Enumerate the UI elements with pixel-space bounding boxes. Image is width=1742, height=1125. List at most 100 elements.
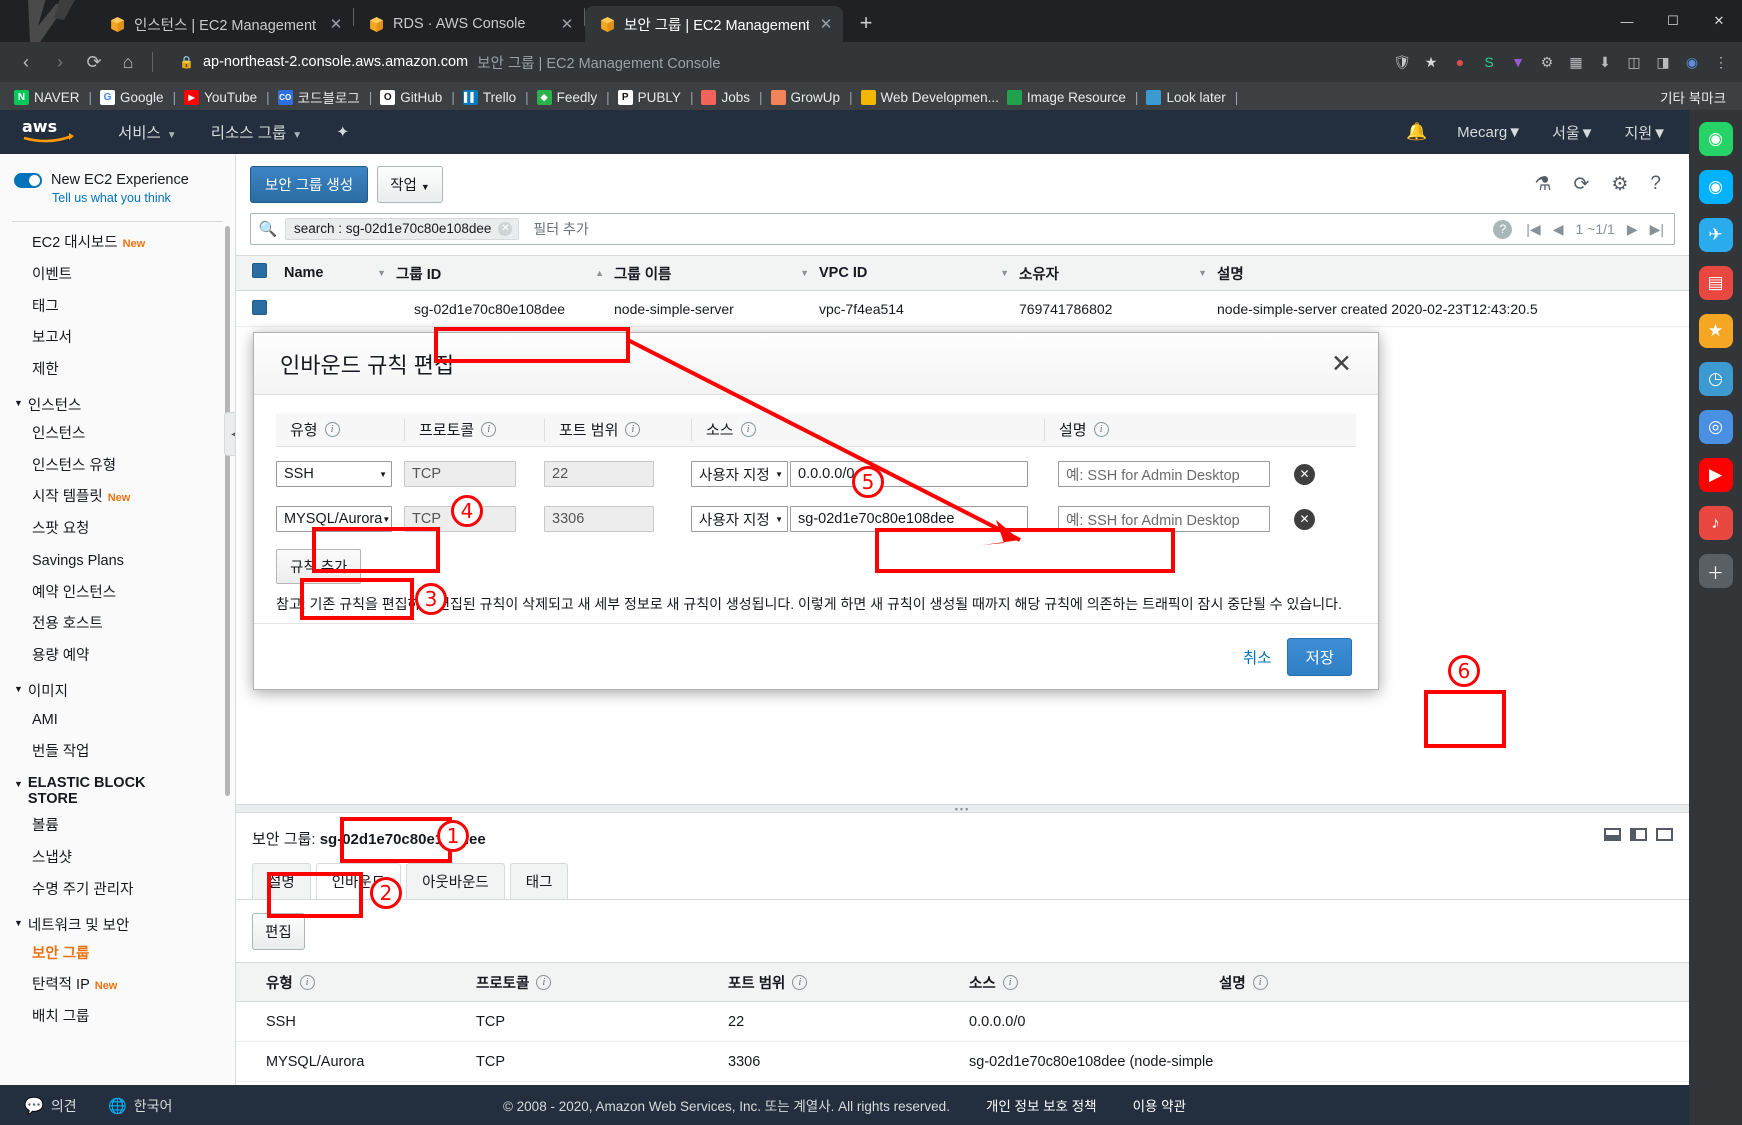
browser-tab-3-active[interactable]: 보안 그룹 | EC2 Management C ✕ — [585, 6, 843, 42]
search-bar[interactable]: 🔍 search : sg-02d1e70c80e108dee ✕ 필터 추가 ?… — [250, 213, 1675, 245]
tab-close-icon[interactable]: ✕ — [817, 15, 835, 33]
add-filter-label[interactable]: 필터 추가 — [533, 219, 588, 239]
sidebar-item-capacity-reservations[interactable]: 용량 예약 — [0, 641, 235, 673]
bookmark-star-icon[interactable]: ★ — [1420, 51, 1442, 73]
tab-outbound[interactable]: 아웃바운드 — [406, 863, 505, 899]
rule-source-kind-select-1[interactable]: 사용자 지정 ▼ — [691, 461, 788, 487]
reload-icon[interactable]: ⟳ — [78, 46, 110, 78]
privacy-policy-link[interactable]: 개인 정보 보호 정책 — [986, 1095, 1097, 1115]
region-menu[interactable]: 서울▼ — [1552, 122, 1594, 143]
panel-chrome-icon[interactable]: ◎ — [1698, 410, 1733, 444]
layout-bottom-icon[interactable] — [1604, 828, 1621, 841]
bookmark-item[interactable]: G Google | — [96, 89, 180, 105]
sidebar-item-reserved-instances[interactable]: 예약 인스턴스 — [0, 578, 235, 610]
extension-gear-icon[interactable]: ⚙ — [1536, 51, 1558, 73]
sidebar-item-ec2-dashboard[interactable]: EC2 대시보드 New — [0, 228, 235, 260]
rule-type-select-1[interactable]: SSH ▼ — [276, 461, 392, 487]
panel-history-icon[interactable]: ◷ — [1698, 362, 1733, 396]
sidebar-item-placement-groups[interactable]: 배치 그룹 — [0, 1002, 235, 1034]
settings-gear-icon[interactable]: ⚙ — [1611, 173, 1628, 196]
sidebar-item-spot-requests[interactable]: 스팟 요청 — [0, 514, 235, 546]
sidebar-item-instance-types[interactable]: 인스턴스 유형 — [0, 451, 235, 483]
layout-full-icon[interactable] — [1656, 828, 1673, 841]
maximize-button[interactable]: ☐ — [1650, 0, 1696, 42]
bookmark-folder[interactable]: Look later | — [1142, 89, 1242, 105]
info-icon[interactable]: i — [740, 422, 756, 437]
first-page-icon[interactable]: |◀ — [1526, 221, 1540, 238]
beaker-icon[interactable]: ⚗ — [1534, 173, 1551, 196]
sidebar-group-network-and-security[interactable]: ▼ 네트워크 및 보안 — [0, 907, 235, 939]
pane-splitter[interactable]: ▪▪▪ — [236, 804, 1689, 814]
panel-left-icon[interactable]: ◫ — [1623, 51, 1645, 73]
column-header-name[interactable]: Name ▼ — [284, 265, 396, 281]
download-icon[interactable]: ⬇ — [1594, 51, 1616, 73]
browser-tab-1[interactable]: 인스턴스 | EC2 Management Co ✕ — [95, 6, 353, 42]
info-icon[interactable]: i — [625, 422, 641, 437]
terms-link[interactable]: 이용 약관 — [1133, 1095, 1186, 1115]
close-window-button[interactable]: ✕ — [1696, 0, 1742, 42]
delete-rule-icon-1[interactable]: ✕ — [1294, 463, 1315, 485]
panel-whatsapp-icon[interactable]: ◉ — [1698, 122, 1733, 156]
column-header-owner[interactable]: 소유자 ▼ — [1019, 263, 1217, 284]
bookmark-item[interactable]: CO 코드블로그 | — [274, 87, 377, 107]
bookmark-item[interactable]: ◆ Feedly | — [533, 89, 614, 105]
sidebar-item-security-groups[interactable]: 보안 그룹 — [0, 939, 235, 971]
sidebar-item-launch-templates[interactable]: 시작 템플릿 New — [0, 482, 235, 514]
extension-grid-icon[interactable]: ▦ — [1565, 51, 1587, 73]
sidebar-item-limits[interactable]: 제한 — [0, 355, 235, 387]
info-icon[interactable]: i — [1093, 422, 1109, 437]
language-selector[interactable]: 🌐 한국어 — [108, 1096, 172, 1116]
sidebar-item-ami[interactable]: AMI — [0, 705, 235, 737]
new-experience-toggle[interactable] — [14, 172, 42, 188]
panel-add-icon[interactable]: ＋ — [1698, 554, 1733, 588]
bookmark-item[interactable]: P PUBLY | — [614, 89, 698, 105]
minimize-button[interactable]: — — [1604, 0, 1650, 42]
aws-logo[interactable]: aws — [22, 117, 76, 148]
sidebar-group-images[interactable]: ▼ 이미지 — [0, 673, 235, 705]
rule-description-input-1[interactable]: 예: SSH for Admin Desktop — [1058, 461, 1270, 487]
sidebar-item-lifecycle-manager[interactable]: 수명 주기 관리자 — [0, 875, 235, 907]
bookmark-item[interactable]: ▌▌ Trello | — [459, 89, 533, 105]
tab-close-icon[interactable]: ✕ — [558, 15, 576, 33]
panel-music-icon[interactable]: ♪ — [1698, 506, 1733, 540]
create-security-group-button[interactable]: 보안 그룹 생성 — [250, 166, 369, 203]
account-menu[interactable]: Mecarg▼ — [1457, 124, 1522, 141]
new-tab-button[interactable]: + — [851, 8, 881, 38]
search-filter-pill[interactable]: search : sg-02d1e70c80e108dee ✕ — [285, 218, 520, 240]
sidebar-item-savings-plans[interactable]: Savings Plans — [0, 546, 235, 578]
actions-button[interactable]: 작업 ▼ — [377, 166, 443, 203]
sidebar-item-snapshots[interactable]: 스냅샷 — [0, 843, 235, 875]
bookmark-item[interactable]: O GitHub | — [376, 89, 459, 105]
save-button[interactable]: 저장 — [1287, 637, 1352, 676]
sidebar-item-bundle-tasks[interactable]: 번들 작업 — [0, 737, 235, 769]
extension-red-icon[interactable]: ● — [1449, 51, 1471, 73]
cancel-button[interactable]: 취소 — [1243, 646, 1272, 668]
next-page-icon[interactable]: ▶ — [1627, 221, 1638, 238]
info-icon[interactable]: i — [324, 422, 340, 437]
prev-page-icon[interactable]: ◀ — [1553, 221, 1564, 238]
bookmark-folder[interactable]: Web Developmen... — [857, 89, 1003, 105]
help-circle-icon[interactable]: ? — [1493, 219, 1513, 239]
last-page-icon[interactable]: ▶| — [1650, 221, 1664, 238]
panel-right-icon[interactable]: ◨ — [1652, 51, 1674, 73]
sidebar-group-elastic-block-store[interactable]: ▼ ELASTIC BLOCK STORE — [0, 768, 235, 811]
panel-messenger-icon[interactable]: ◉ — [1698, 170, 1733, 204]
column-header-description[interactable]: 설명 — [1217, 263, 1689, 284]
other-bookmarks[interactable]: 기타 북마크 — [1654, 87, 1732, 107]
table-row[interactable]: sg-02d1e70c80e108dee node-simple-server … — [236, 291, 1689, 327]
panel-youtube-icon[interactable]: ▶ — [1698, 458, 1733, 492]
info-icon[interactable]: i — [536, 974, 552, 990]
row-checkbox-cell[interactable] — [236, 299, 284, 318]
edit-button[interactable]: 편집 — [252, 913, 305, 950]
extension-purple-icon[interactable]: ▼ — [1507, 51, 1529, 73]
panel-notes-icon[interactable]: ▤ — [1698, 266, 1733, 300]
browser-tab-2[interactable]: RDS · AWS Console ✕ — [354, 6, 584, 42]
info-icon[interactable]: i — [792, 974, 808, 990]
address-bar[interactable]: 🔒 ap-northeast-2.console.aws.amazon.com … — [169, 48, 1381, 76]
row-checkbox[interactable] — [252, 299, 267, 315]
services-menu[interactable]: 서비스 ▼ — [118, 121, 177, 143]
close-icon[interactable]: ✕ — [1331, 349, 1352, 379]
delete-rule-icon-2[interactable]: ✕ — [1294, 508, 1315, 530]
sidebar-item-dedicated-hosts[interactable]: 전용 호스트 — [0, 609, 235, 641]
sidebar-item-volumes[interactable]: 볼륨 — [0, 811, 235, 843]
